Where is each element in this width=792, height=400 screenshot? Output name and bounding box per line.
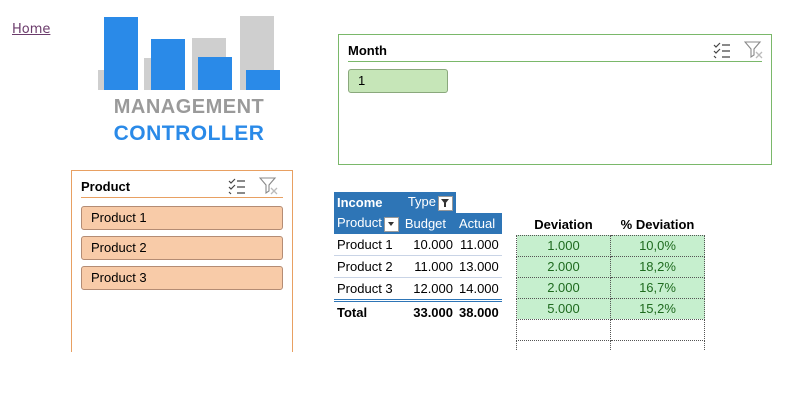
empty-cell[interactable] [516,318,611,341]
pivot-table: Income Type Product Budget Actual Produc… [334,192,502,323]
row-product: Product 1 [334,234,402,256]
month-slicer-header: Month [348,41,764,62]
product-slicer-item[interactable]: Product 1 [81,206,283,230]
product-dropdown-icon[interactable] [383,216,399,232]
home-link[interactable]: Home [12,22,50,37]
row-actual: 13.000 [456,255,502,278]
product-slicer-title: Product [81,179,131,194]
pct-deviation-header: % Deviation [620,216,695,232]
total-label: Total [334,299,402,323]
pct-deviation-cell[interactable]: 15,2% [610,297,705,320]
pct-deviation-cell[interactable]: 10,0% [610,234,705,257]
logo-bar-chart [96,14,282,90]
pct-deviation-cell[interactable]: 18,2% [610,255,705,278]
deviation-header: Deviation [534,216,593,232]
logo-text-management: MANAGEMENT [113,96,265,118]
logo-bar [151,39,185,90]
management-controller-logo: MANAGEMENT CONTROLLER [96,14,282,149]
row-actual: 14.000 [456,277,502,301]
type-label: Type [407,194,436,210]
multi-select-icon[interactable] [227,177,247,195]
row-budget: 10.000 [401,234,456,256]
multi-select-icon[interactable] [712,41,732,59]
row-budget: 12.000 [401,277,456,301]
deviation-cell[interactable]: 2.000 [516,255,611,278]
empty-cell[interactable] [610,339,705,350]
pct-deviation-cell[interactable]: 16,7% [610,276,705,299]
deviation-cell[interactable]: 1.000 [516,234,611,257]
month-slicer-item[interactable]: 1 [348,69,448,93]
total-actual: 38.000 [456,299,502,323]
logo-text-controller: CONTROLLER [113,122,265,145]
empty-cell[interactable] [610,318,705,341]
logo-bar [246,70,280,90]
logo-bar [198,57,232,90]
deviation-table: Deviation % Deviation 1.000 10,0% 2.000 … [516,214,705,350]
row-budget: 11.000 [401,255,456,278]
row-actual: 11.000 [456,234,502,256]
total-row: Total 33.000 38.000 [334,299,502,323]
clear-filter-icon[interactable] [744,41,764,59]
pivot-header-type: Type [401,192,456,213]
pivot-header-budget: Budget [401,213,456,234]
product-slicer: Product Product 1 Product 2 Product 3 [71,170,293,352]
pivot-header-product: Product [334,213,402,234]
row-product: Product 2 [334,255,402,278]
product-label: Product [337,215,382,231]
deviation-cell[interactable]: 5.000 [516,297,611,320]
product-slicer-item[interactable]: Product 2 [81,236,283,260]
month-slicer-title: Month [348,43,387,58]
table-row: Product 3 12.000 14.000 [334,277,502,301]
table-row: Product 2 11.000 13.000 [334,255,502,278]
deviation-cell[interactable]: 2.000 [516,276,611,299]
pivot-header-income: Income [334,192,402,213]
total-budget: 33.000 [401,299,456,323]
empty-cell[interactable] [516,339,611,350]
clear-filter-icon[interactable] [259,177,279,195]
product-slicer-header: Product [81,177,283,198]
pivot-header-blank [456,192,502,213]
filter-dropdown-icon[interactable] [438,195,453,211]
row-product: Product 3 [334,277,402,301]
month-slicer: Month 1 [338,34,772,165]
logo-bar [104,17,138,90]
pivot-header-actual: Actual [456,213,502,234]
table-row: Product 1 10.000 11.000 [334,234,502,256]
product-slicer-item[interactable]: Product 3 [81,266,283,290]
